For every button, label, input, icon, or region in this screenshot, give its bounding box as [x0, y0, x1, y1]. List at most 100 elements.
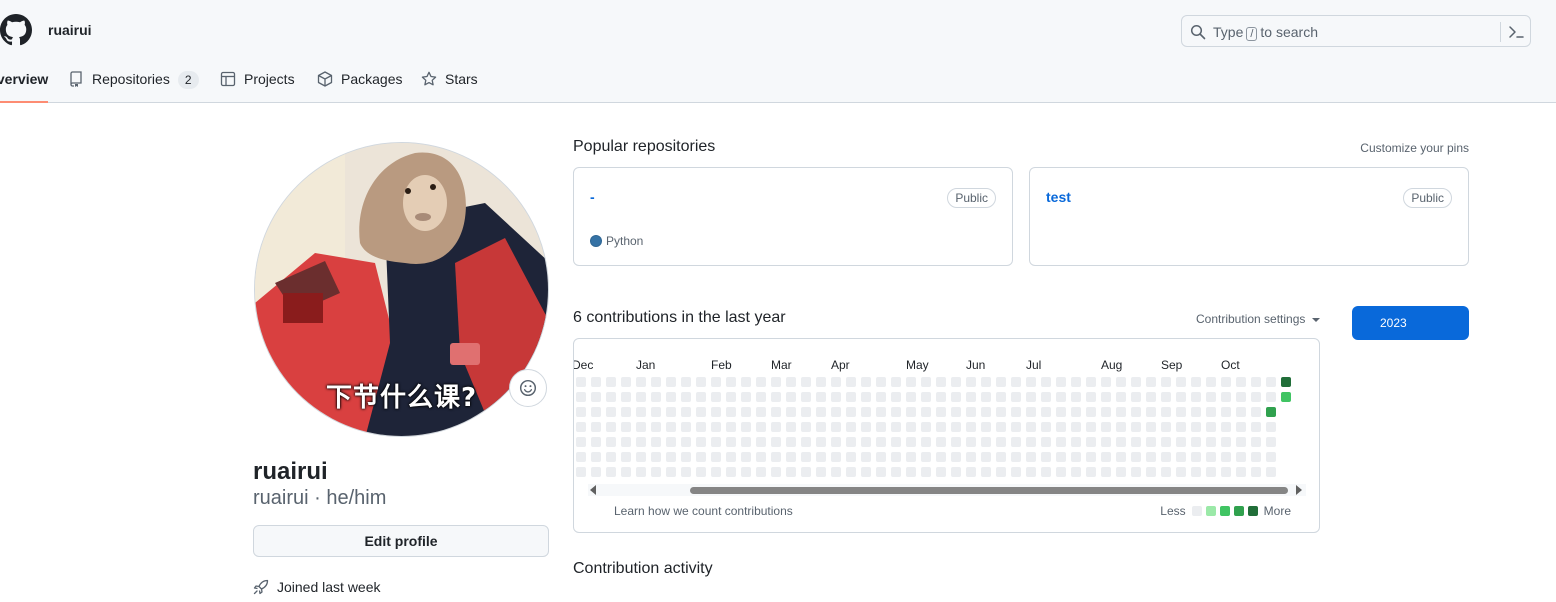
contribution-day[interactable]: [876, 407, 886, 417]
contribution-day[interactable]: [1191, 422, 1201, 432]
contribution-day[interactable]: [1176, 437, 1186, 447]
contribution-day[interactable]: [1086, 377, 1096, 387]
contribution-day[interactable]: [1146, 437, 1156, 447]
scrollbar-thumb[interactable]: [690, 487, 1288, 494]
contribution-day[interactable]: [801, 377, 811, 387]
contribution-day[interactable]: [936, 437, 946, 447]
contribution-day[interactable]: [756, 407, 766, 417]
contribution-day[interactable]: [651, 407, 661, 417]
contribution-day[interactable]: [1161, 392, 1171, 402]
contribution-day[interactable]: [1056, 392, 1066, 402]
contribution-settings-dropdown[interactable]: Contribution settings: [1196, 312, 1320, 326]
contribution-day[interactable]: [966, 377, 976, 387]
contribution-day[interactable]: [816, 407, 826, 417]
contribution-day[interactable]: [786, 437, 796, 447]
contribution-day[interactable]: [981, 422, 991, 432]
contribution-day[interactable]: [606, 467, 616, 477]
contribution-day[interactable]: [591, 437, 601, 447]
contribution-day[interactable]: [666, 422, 676, 432]
contribution-day[interactable]: [891, 407, 901, 417]
contribution-day[interactable]: [876, 467, 886, 477]
contribution-day[interactable]: [576, 422, 586, 432]
contribution-day[interactable]: [951, 452, 961, 462]
contribution-day[interactable]: [1131, 407, 1141, 417]
contribution-day-active[interactable]: [1281, 377, 1291, 387]
contribution-day[interactable]: [591, 422, 601, 432]
contribution-day[interactable]: [771, 407, 781, 417]
contribution-day[interactable]: [1176, 377, 1186, 387]
contribution-day[interactable]: [1041, 377, 1051, 387]
contribution-day[interactable]: [861, 467, 871, 477]
contribution-day[interactable]: [1161, 422, 1171, 432]
contribution-day[interactable]: [1251, 437, 1261, 447]
contribution-day[interactable]: [1236, 467, 1246, 477]
contribution-day[interactable]: [741, 392, 751, 402]
contribution-day[interactable]: [576, 437, 586, 447]
contribution-day[interactable]: [891, 452, 901, 462]
contribution-day[interactable]: [831, 422, 841, 432]
contribution-day[interactable]: [1251, 407, 1261, 417]
contribution-day[interactable]: [1086, 407, 1096, 417]
contribution-day[interactable]: [921, 437, 931, 447]
contribution-day[interactable]: [816, 377, 826, 387]
contribution-day[interactable]: [951, 467, 961, 477]
contribution-day[interactable]: [981, 452, 991, 462]
contribution-day[interactable]: [861, 407, 871, 417]
contribution-day[interactable]: [786, 392, 796, 402]
contribution-day[interactable]: [741, 467, 751, 477]
contribution-day[interactable]: [1101, 437, 1111, 447]
contribution-day[interactable]: [591, 407, 601, 417]
contribution-day[interactable]: [1101, 467, 1111, 477]
contribution-day[interactable]: [1146, 407, 1156, 417]
contribution-day[interactable]: [726, 392, 736, 402]
contribution-day[interactable]: [996, 422, 1006, 432]
github-logo-icon[interactable]: [0, 14, 32, 46]
contribution-day[interactable]: [666, 377, 676, 387]
contribution-day[interactable]: [1236, 407, 1246, 417]
contribution-day[interactable]: [921, 392, 931, 402]
contribution-day[interactable]: [1206, 392, 1216, 402]
contribution-day[interactable]: [1086, 452, 1096, 462]
contribution-day[interactable]: [1146, 467, 1156, 477]
contribution-day[interactable]: [1266, 392, 1276, 402]
contribution-day[interactable]: [1236, 422, 1246, 432]
contribution-day[interactable]: [921, 377, 931, 387]
contribution-day[interactable]: [636, 452, 646, 462]
contribution-day[interactable]: [1101, 377, 1111, 387]
contribution-day[interactable]: [1161, 407, 1171, 417]
contribution-day[interactable]: [1026, 452, 1036, 462]
contribution-day[interactable]: [711, 377, 721, 387]
contribution-day[interactable]: [1266, 437, 1276, 447]
contribution-day[interactable]: [1266, 377, 1276, 387]
contribution-day[interactable]: [1176, 467, 1186, 477]
contribution-day[interactable]: [756, 467, 766, 477]
contribution-day[interactable]: [891, 422, 901, 432]
contribution-day[interactable]: [621, 467, 631, 477]
contribution-day[interactable]: [1206, 407, 1216, 417]
contribution-day[interactable]: [771, 452, 781, 462]
contribution-day[interactable]: [1101, 452, 1111, 462]
contribution-day[interactable]: [756, 392, 766, 402]
contribution-day[interactable]: [666, 467, 676, 477]
contribution-day[interactable]: [1086, 422, 1096, 432]
contribution-day[interactable]: [621, 377, 631, 387]
contribution-day[interactable]: [771, 437, 781, 447]
pinned-repo-name[interactable]: test: [1046, 189, 1071, 205]
contribution-day[interactable]: [831, 407, 841, 417]
contribution-day[interactable]: [1116, 392, 1126, 402]
learn-contributions-link[interactable]: Learn how we count contributions: [614, 504, 793, 518]
contribution-day[interactable]: [876, 377, 886, 387]
contribution-day[interactable]: [921, 452, 931, 462]
contribution-day[interactable]: [1191, 377, 1201, 387]
contribution-day[interactable]: [576, 392, 586, 402]
contribution-day[interactable]: [1131, 452, 1141, 462]
tab-packages[interactable]: Packages: [317, 62, 402, 103]
contribution-day[interactable]: [1176, 452, 1186, 462]
contribution-day[interactable]: [1116, 422, 1126, 432]
contribution-day[interactable]: [1116, 407, 1126, 417]
contribution-day[interactable]: [861, 437, 871, 447]
tab-stars[interactable]: Stars: [421, 62, 478, 103]
contribution-day[interactable]: [771, 377, 781, 387]
contribution-day[interactable]: [1161, 377, 1171, 387]
contribution-day[interactable]: [1041, 452, 1051, 462]
